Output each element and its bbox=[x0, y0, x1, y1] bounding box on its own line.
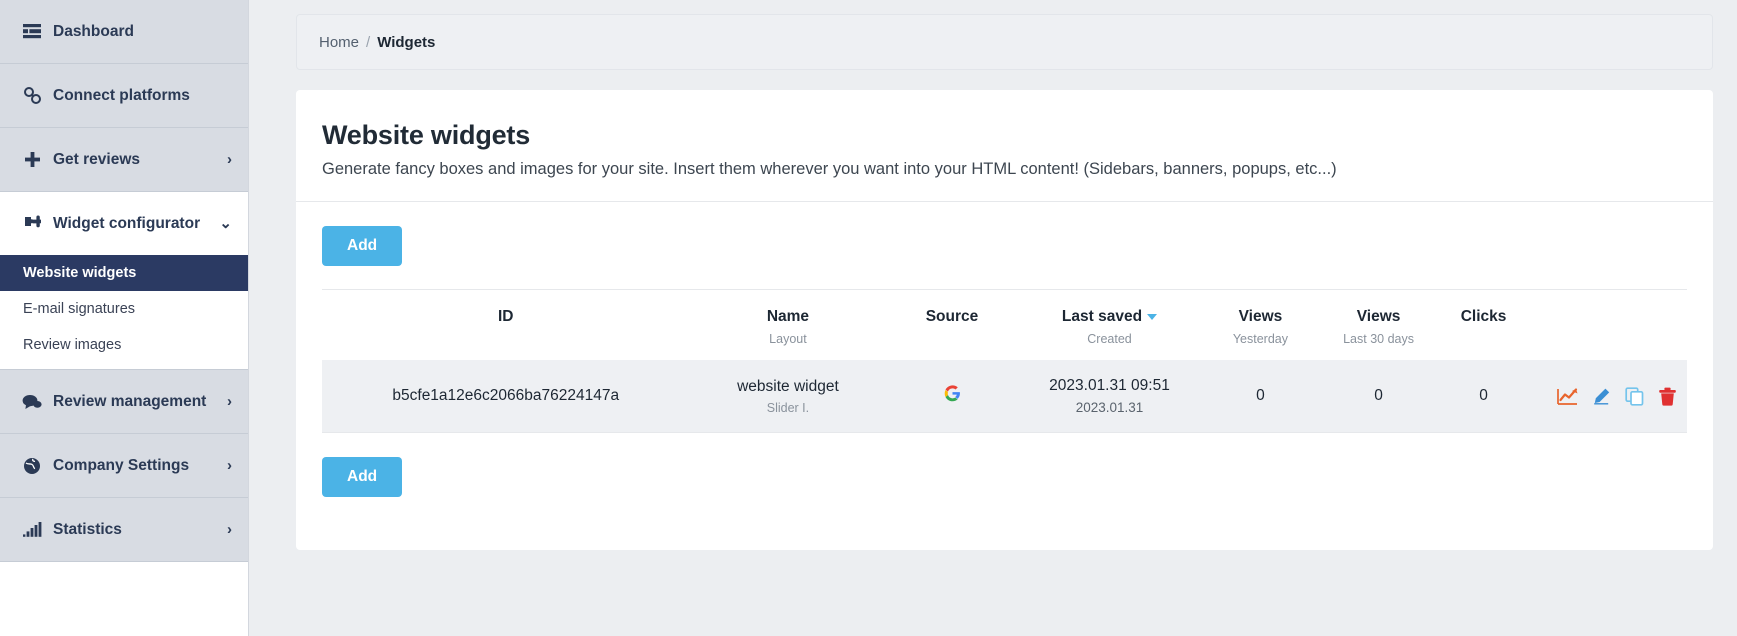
column-label: Name bbox=[767, 308, 809, 325]
sidebar-subitem-label: E-mail signatures bbox=[23, 301, 135, 317]
widget-layout: Slider I. bbox=[694, 401, 883, 415]
widgets-table: ID Name Layout Source Last saved Created bbox=[322, 289, 1687, 432]
sidebar-item-review-management[interactable]: Review management › bbox=[0, 370, 248, 433]
column-label: Source bbox=[926, 308, 979, 325]
sidebar-subitem-label: Website widgets bbox=[23, 265, 136, 281]
duplicate-icon[interactable] bbox=[1625, 387, 1644, 406]
panel-divider bbox=[296, 201, 1713, 202]
widget-name: website widget bbox=[737, 378, 839, 395]
plus-icon bbox=[21, 151, 43, 169]
page-description: Generate fancy boxes and images for your… bbox=[322, 160, 1687, 179]
column-label: Last saved bbox=[1062, 308, 1142, 325]
cell-source bbox=[886, 360, 1017, 432]
column-label: Views bbox=[1357, 308, 1401, 325]
sidebar-item-email-signatures[interactable]: E-mail signatures bbox=[0, 291, 248, 327]
sidebar-group-widget-configurator: Widget configurator ⌄ Website widgets E-… bbox=[0, 192, 248, 369]
table-header-row: ID Name Layout Source Last saved Created bbox=[322, 290, 1687, 361]
sidebar-group-company-settings: Company Settings › bbox=[0, 434, 248, 498]
sidebar-item-website-widgets[interactable]: Website widgets bbox=[0, 255, 248, 291]
column-header-views-last30: Views Last 30 days bbox=[1319, 290, 1437, 361]
sidebar-group-statistics: Statistics › bbox=[0, 498, 248, 562]
row-actions bbox=[1533, 387, 1683, 406]
main-content: Home / Widgets Website widgets Generate … bbox=[249, 0, 1737, 636]
sidebar-item-label: Get reviews bbox=[53, 151, 219, 169]
last-saved-value: 2023.01.31 09:51 bbox=[1049, 377, 1170, 394]
created-value: 2023.01.31 bbox=[1022, 400, 1198, 415]
cell-id: b5cfe1a12e6c2066ba76224147a bbox=[322, 360, 690, 432]
sidebar-item-dashboard[interactable]: Dashboard bbox=[0, 0, 248, 63]
column-header-views-yesterday: Views Yesterday bbox=[1201, 290, 1319, 361]
sort-caret-down-icon bbox=[1147, 314, 1157, 320]
column-header-last-saved[interactable]: Last saved Created bbox=[1018, 290, 1202, 361]
cell-clicks: 0 bbox=[1438, 360, 1530, 432]
sidebar-item-widget-configurator[interactable]: Widget configurator ⌄ bbox=[0, 192, 248, 255]
widgets-panel: Website widgets Generate fancy boxes and… bbox=[296, 90, 1713, 550]
column-header-id: ID bbox=[322, 290, 690, 361]
column-sublabel: Layout bbox=[694, 332, 883, 346]
chevron-right-icon: › bbox=[227, 458, 232, 473]
breadcrumb-home-link[interactable]: Home bbox=[319, 34, 359, 51]
sidebar-item-label: Dashboard bbox=[53, 23, 232, 41]
sidebar-submenu-widget-configurator: Website widgets E-mail signatures Review… bbox=[0, 255, 248, 369]
column-label: Clicks bbox=[1461, 308, 1507, 325]
cell-name: website widget Slider I. bbox=[690, 360, 887, 432]
sidebar-item-connect-platforms[interactable]: Connect platforms bbox=[0, 64, 248, 127]
column-sublabel: Last 30 days bbox=[1323, 332, 1433, 346]
column-sublabel: Created bbox=[1022, 332, 1198, 346]
globe-icon bbox=[21, 457, 43, 475]
chevron-right-icon: › bbox=[227, 394, 232, 409]
add-widget-button-top[interactable]: Add bbox=[322, 226, 402, 266]
table-row: b5cfe1a12e6c2066ba76224147a website widg… bbox=[322, 360, 1687, 432]
edit-icon[interactable] bbox=[1592, 387, 1611, 406]
sidebar-item-company-settings[interactable]: Company Settings › bbox=[0, 434, 248, 497]
delete-icon[interactable] bbox=[1658, 387, 1677, 406]
puzzle-icon bbox=[21, 215, 43, 233]
google-icon bbox=[944, 389, 961, 406]
sidebar-item-get-reviews[interactable]: Get reviews › bbox=[0, 128, 248, 191]
cell-views-last30: 0 bbox=[1319, 360, 1437, 432]
sidebar-subitem-label: Review images bbox=[23, 337, 121, 353]
column-header-actions bbox=[1529, 290, 1687, 361]
sidebar-group-get-reviews: Get reviews › bbox=[0, 128, 248, 192]
link-icon bbox=[21, 87, 43, 105]
sidebar-group-review-management: Review management › bbox=[0, 370, 248, 434]
chevron-right-icon: › bbox=[227, 152, 232, 167]
app-root: Dashboard Connect platforms Get reviews … bbox=[0, 0, 1737, 636]
column-header-source: Source bbox=[886, 290, 1017, 361]
page-title: Website widgets bbox=[322, 120, 1687, 151]
breadcrumb: Home / Widgets bbox=[296, 14, 1713, 70]
cell-views-yesterday: 0 bbox=[1201, 360, 1319, 432]
cell-last-saved: 2023.01.31 09:51 2023.01.31 bbox=[1018, 360, 1202, 432]
bottom-actions: Add bbox=[322, 433, 1687, 497]
breadcrumb-separator: / bbox=[366, 34, 370, 51]
chevron-right-icon: › bbox=[227, 522, 232, 537]
column-header-name[interactable]: Name Layout bbox=[690, 290, 887, 361]
column-header-clicks: Clicks bbox=[1438, 290, 1530, 361]
sidebar: Dashboard Connect platforms Get reviews … bbox=[0, 0, 249, 636]
column-label: Views bbox=[1239, 308, 1283, 325]
column-label: ID bbox=[498, 308, 514, 325]
sidebar-item-review-images[interactable]: Review images bbox=[0, 327, 248, 363]
bar-chart-icon bbox=[21, 521, 43, 539]
dashboard-icon bbox=[21, 23, 43, 41]
column-sublabel: Yesterday bbox=[1205, 332, 1315, 346]
add-widget-button-bottom[interactable]: Add bbox=[322, 457, 402, 497]
sidebar-item-label: Widget configurator bbox=[53, 215, 211, 233]
sidebar-item-label: Company Settings bbox=[53, 457, 219, 475]
chat-icon bbox=[21, 393, 43, 411]
table-body: b5cfe1a12e6c2066ba76224147a website widg… bbox=[322, 360, 1687, 432]
sidebar-item-label: Statistics bbox=[53, 521, 219, 539]
sidebar-item-label: Connect platforms bbox=[53, 87, 232, 105]
breadcrumb-current: Widgets bbox=[377, 34, 435, 51]
sidebar-item-label: Review management bbox=[53, 393, 219, 411]
statistics-icon[interactable] bbox=[1557, 387, 1578, 406]
sidebar-group-dashboard: Dashboard bbox=[0, 0, 248, 64]
sidebar-item-statistics[interactable]: Statistics › bbox=[0, 498, 248, 561]
table-header: ID Name Layout Source Last saved Created bbox=[322, 290, 1687, 361]
sidebar-group-connect: Connect platforms bbox=[0, 64, 248, 128]
chevron-down-icon: ⌄ bbox=[219, 216, 232, 231]
cell-actions bbox=[1529, 360, 1687, 432]
